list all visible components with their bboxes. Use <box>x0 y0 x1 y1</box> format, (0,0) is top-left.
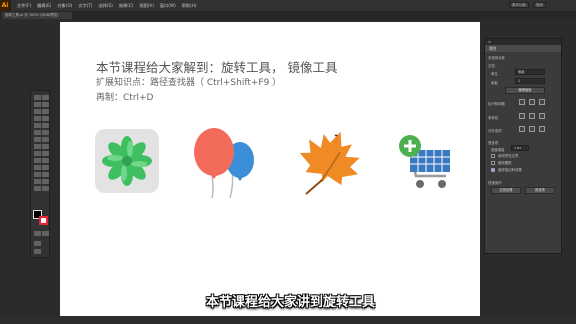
lock-guides-icon[interactable] <box>529 113 535 119</box>
graph-tool-icon[interactable] <box>42 172 49 177</box>
smart-guides-icon[interactable] <box>539 113 545 119</box>
stroke-color-swatch[interactable] <box>39 216 48 225</box>
lesson-title: 本节课程给大家解到：旋转工具， 镜像工具 <box>96 60 338 75</box>
guides-label: 参考线 <box>488 116 499 120</box>
menu-window[interactable]: 窗口(W) <box>160 3 176 9</box>
type-tool-icon[interactable] <box>34 116 41 121</box>
slice-tool-icon[interactable] <box>42 179 49 184</box>
selection-tool-icon[interactable] <box>34 95 41 100</box>
no-selection-label: 未选择对象 <box>488 56 505 60</box>
document-tab-bar: 旋转工具.ai @ 100% (RGB/预览) <box>0 11 576 19</box>
document-setup-button[interactable]: 文档设置 <box>491 187 521 194</box>
extension-note: 扩展知识点：路径查找器（ Ctrl+Shift+F9 ） <box>96 78 282 88</box>
paintbrush-tool-icon[interactable] <box>42 123 49 128</box>
perspective-tool-icon[interactable] <box>42 151 49 156</box>
workspace-switcher[interactable]: 基本功能 <box>509 2 529 8</box>
hand-tool-icon[interactable] <box>34 186 41 191</box>
menu-edit[interactable]: 编辑(E) <box>37 3 51 9</box>
artboard[interactable]: 本节课程给大家解到：旋转工具， 镜像工具 扩展知识点：路径查找器（ Ctrl+S… <box>60 22 480 316</box>
blend-tool-icon[interactable] <box>42 165 49 170</box>
line-tool-icon[interactable] <box>42 116 49 121</box>
preview-bounds-checkbox[interactable] <box>491 154 495 158</box>
menu-effect[interactable]: 效果(C) <box>119 3 134 9</box>
eraser-tool-icon[interactable] <box>42 130 49 135</box>
units-select[interactable]: 像素 <box>515 69 545 75</box>
lasso-tool-icon[interactable] <box>42 102 49 107</box>
show-guides-icon[interactable] <box>519 113 525 119</box>
shape-builder-tool-icon[interactable] <box>34 151 41 156</box>
scale-strokes-checkbox[interactable] <box>491 168 495 172</box>
edit-artboard-button[interactable]: 编辑画板 <box>505 87 545 94</box>
zoom-tool-icon[interactable] <box>42 186 49 191</box>
none-color-icon[interactable] <box>42 231 49 236</box>
draw-mode-icon[interactable] <box>34 241 41 246</box>
artboard-tool-icon[interactable] <box>34 179 41 184</box>
menu-view[interactable]: 视图(V) <box>139 3 154 9</box>
snap-options-label: 对齐选项 <box>488 129 502 133</box>
menu-type[interactable]: 文字(T) <box>78 3 92 9</box>
search-field[interactable]: 搜索 <box>533 2 546 8</box>
tab-properties[interactable]: 属性 <box>485 45 561 52</box>
color-mode-icon[interactable] <box>34 231 41 236</box>
screen-mode-icon[interactable] <box>34 249 41 254</box>
pixel-grid-icon[interactable] <box>539 99 545 105</box>
snap-to-point-icon[interactable] <box>519 126 525 132</box>
scale-corners-checkbox[interactable] <box>491 161 495 165</box>
document-tab[interactable]: 旋转工具.ai @ 100% (RGB/预览) <box>2 12 72 19</box>
duplicate-note: 再制：Ctrl+D <box>96 93 154 103</box>
scale-corners-label: 缩放圆角 <box>498 161 512 165</box>
menu-object[interactable]: 对象(O) <box>57 3 72 9</box>
magic-wand-tool-icon[interactable] <box>34 102 41 107</box>
rotate-tool-icon[interactable] <box>34 137 41 142</box>
grid-icon[interactable] <box>529 99 535 105</box>
shopping-cart-icon <box>399 135 450 188</box>
artboard-select[interactable]: 1 <box>515 78 545 84</box>
direct-selection-tool-icon[interactable] <box>42 95 49 100</box>
gradient-tool-icon[interactable] <box>42 158 49 163</box>
maple-leaf-icon <box>299 131 360 195</box>
curvature-tool-icon[interactable] <box>42 109 49 114</box>
keyboard-increment-label: 键盘增量 <box>491 148 505 152</box>
menu-help[interactable]: 帮助(H) <box>182 3 197 9</box>
properties-panel: ≡ 属性 未选择对象 文档 单位 像素 画板 1 编辑画板 标尺和网格 参考线 … <box>484 38 562 254</box>
menu-bar: Ai 文件(F) 编辑(E) 对象(O) 文字(T) 选择(S) 效果(C) 视… <box>0 0 576 11</box>
ruler-icon[interactable] <box>519 99 525 105</box>
document-section-label: 文档 <box>488 64 495 68</box>
eyedropper-tool-icon[interactable] <box>34 165 41 170</box>
status-bar <box>0 316 576 324</box>
artboard-label: 画板 <box>491 81 498 85</box>
illustrator-logo: Ai <box>0 0 11 11</box>
flower-icon <box>95 129 159 193</box>
pen-tool-icon[interactable] <box>34 109 41 114</box>
pencil-tool-icon[interactable] <box>34 130 41 135</box>
snap-to-glyph-icon[interactable] <box>539 126 545 132</box>
scale-tool-icon[interactable] <box>42 137 49 142</box>
scale-strokes-label: 缩放描边和效果 <box>498 168 522 172</box>
menu-select[interactable]: 选择(S) <box>99 3 113 9</box>
mesh-tool-icon[interactable] <box>34 158 41 163</box>
tools-panel <box>30 90 50 258</box>
rulers-grid-label: 标尺和网格 <box>488 102 505 106</box>
preferences-section-label: 首选项 <box>488 141 499 145</box>
balloons-icon <box>194 128 254 199</box>
video-subtitle: 本节课程给大家讲到旋转工具 <box>206 295 376 310</box>
rectangle-tool-icon[interactable] <box>34 123 41 128</box>
units-label: 单位 <box>491 72 498 76</box>
keyboard-increment-field[interactable]: 1 px <box>511 145 529 151</box>
preview-bounds-label: 使用预览边界 <box>498 154 519 158</box>
preferences-button[interactable]: 首选项 <box>525 187 555 194</box>
snap-to-pixel-icon[interactable] <box>529 126 535 132</box>
free-transform-tool-icon[interactable] <box>42 144 49 149</box>
menu-file[interactable]: 文件(F) <box>17 3 31 9</box>
symbol-sprayer-tool-icon[interactable] <box>34 172 41 177</box>
quick-actions-label: 快速操作 <box>488 181 502 185</box>
width-tool-icon[interactable] <box>34 144 41 149</box>
